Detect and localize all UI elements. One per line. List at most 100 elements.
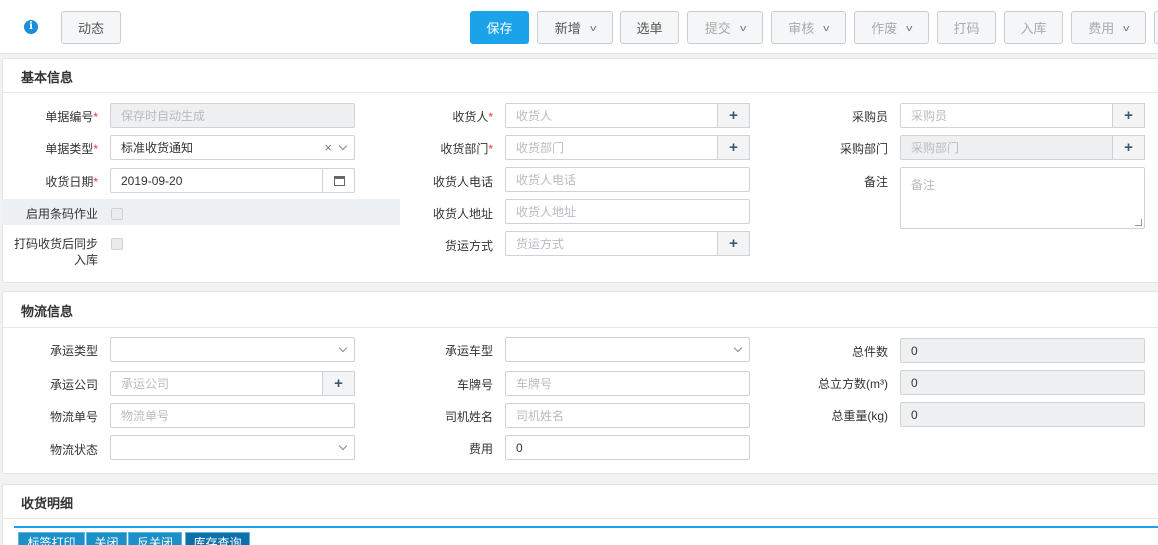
submit-button[interactable]: 提交 v — [687, 11, 763, 44]
logistics-status-select[interactable] — [110, 435, 355, 460]
total-volume-input[interactable]: 0 — [900, 370, 1145, 395]
recv-date-input[interactable]: 2019-09-20 — [110, 168, 355, 193]
recv-dept-input[interactable]: 收货部门 + — [505, 135, 750, 160]
remark-textarea[interactable]: 备注 — [900, 167, 1145, 229]
receiver-addr-placeholder: 收货人地址 — [516, 205, 577, 219]
doc-type-label: 单据类型* — [20, 140, 98, 157]
vehicle-type-label: 承运车型 — [444, 344, 493, 358]
required-mark: * — [93, 142, 98, 156]
plus-icon[interactable]: + — [717, 103, 750, 128]
buyer-placeholder: 采购员 — [911, 109, 948, 123]
plus-icon[interactable]: + — [717, 135, 750, 160]
plate-no-label: 车牌号 — [456, 378, 493, 392]
buyer-label: 采购员 — [851, 110, 888, 124]
ship-method-input[interactable]: 货运方式 + — [505, 231, 750, 256]
carrier-type-select[interactable] — [110, 337, 355, 362]
receiver-addr-label: 收货人地址 — [432, 207, 493, 221]
new-button-label: 新增 — [554, 21, 581, 36]
calendar-icon — [333, 175, 345, 186]
divider — [3, 327, 1158, 328]
chevron-down-icon: v — [589, 22, 597, 33]
new-button[interactable]: 新增 v — [537, 11, 613, 44]
barcode-op-checkbox[interactable] — [111, 208, 123, 220]
carrier-company-placeholder: 承运公司 — [121, 377, 170, 391]
divider — [3, 518, 1158, 519]
plate-no-placeholder: 车牌号 — [516, 377, 553, 391]
total-pieces-input[interactable]: 0 — [900, 338, 1145, 363]
stock-in-button[interactable]: 入库 — [1004, 11, 1063, 44]
close-button[interactable]: 关闭 — [86, 532, 127, 545]
cost-button[interactable]: 费用 v — [1071, 11, 1146, 44]
required-mark: * — [488, 110, 493, 124]
sync-stock-in-checkbox[interactable] — [111, 238, 123, 250]
save-button-label: 保存 — [486, 21, 513, 36]
fee-value: 0 — [516, 440, 523, 455]
sync-stock-in-label-line1: 打码收货后同步 — [13, 237, 98, 251]
doc-no-input[interactable]: 保存时自动生成 — [110, 103, 355, 128]
reopen-button[interactable]: 反关闭 — [128, 532, 182, 545]
plus-icon[interactable]: + — [1112, 103, 1145, 128]
fee-label: 费用 — [468, 442, 493, 456]
plus-icon[interactable]: + — [717, 231, 750, 256]
stock-query-button[interactable]: 库存查询 — [185, 532, 250, 545]
select-doc-button[interactable]: 选单 — [620, 11, 679, 44]
purchase-dept-placeholder: 采购部门 — [911, 141, 960, 155]
receiver-input[interactable]: 收货人 + — [505, 103, 750, 128]
driver-name-label: 司机姓名 — [444, 410, 493, 424]
plus-icon[interactable]: + — [322, 371, 355, 396]
total-pieces-label: 总件数 — [851, 345, 888, 359]
more-button[interactable] — [1154, 11, 1158, 44]
void-button-label: 作废 — [871, 21, 898, 36]
ship-method-placeholder: 货运方式 — [516, 237, 565, 251]
info-icon[interactable]: i — [24, 20, 38, 34]
barcode-op-label: 启用条码作业 — [25, 207, 98, 221]
chevron-down-icon: v — [823, 22, 830, 33]
submit-button-label: 提交 — [704, 21, 731, 36]
tracking-no-input[interactable]: 物流单号 — [110, 403, 355, 428]
recv-date-label-text: 收货日期 — [45, 175, 94, 189]
buyer-input[interactable]: 采购员 + — [900, 103, 1145, 128]
select-doc-button-label: 选单 — [636, 21, 663, 36]
recv-date-value: 2019-09-20 — [121, 173, 183, 188]
dynamic-button[interactable]: 动态 — [61, 11, 121, 44]
chevron-down-icon — [733, 343, 743, 353]
ship-method-label: 货运方式 — [444, 239, 493, 253]
carrier-type-label: 承运类型 — [49, 344, 98, 358]
calendar-button[interactable] — [322, 168, 355, 193]
print-code-button[interactable]: 打码 — [937, 11, 996, 44]
doc-no-label-text: 单据编号 — [45, 110, 94, 124]
review-button[interactable]: 审核 v — [771, 11, 846, 44]
resize-handle-icon[interactable] — [1135, 219, 1142, 226]
plus-icon[interactable]: + — [1112, 135, 1145, 160]
plate-no-input[interactable]: 车牌号 — [505, 371, 750, 396]
receiver-addr-input[interactable]: 收货人地址 — [505, 199, 750, 224]
vehicle-type-select[interactable] — [505, 337, 750, 362]
total-weight-label: 总重量(kg) — [831, 409, 888, 423]
detail-title: 收货明细 — [21, 496, 74, 511]
receiver-phone-placeholder: 收货人电话 — [516, 173, 577, 187]
recv-date-label: 收货日期* — [20, 173, 98, 190]
doc-type-value: 标准收货通知 — [121, 141, 194, 155]
purchase-dept-input[interactable]: 采购部门 + — [900, 135, 1145, 160]
receiver-phone-input[interactable]: 收货人电话 — [505, 167, 750, 192]
divider — [3, 92, 1158, 93]
dynamic-button-label: 动态 — [77, 21, 104, 36]
total-weight-value: 0 — [911, 407, 918, 422]
doc-type-select[interactable]: 标准收货通知 × — [110, 135, 355, 160]
total-weight-input[interactable]: 0 — [900, 402, 1145, 427]
carrier-company-input[interactable]: 承运公司 + — [110, 371, 355, 396]
label-print-button[interactable]: 标签打印 — [18, 532, 85, 545]
save-button[interactable]: 保存 — [470, 11, 529, 44]
review-button-label: 审核 — [788, 21, 815, 36]
chevron-down-icon: v — [739, 22, 747, 33]
driver-name-placeholder: 司机姓名 — [516, 409, 565, 423]
receiver-placeholder: 收货人 — [516, 109, 553, 123]
clear-icon[interactable]: × — [324, 140, 332, 155]
tracking-no-placeholder: 物流单号 — [121, 409, 170, 423]
void-button[interactable]: 作废 v — [854, 11, 929, 44]
recv-dept-placeholder: 收货部门 — [516, 141, 565, 155]
receiver-phone-label: 收货人电话 — [432, 175, 493, 189]
fee-input[interactable]: 0 — [505, 435, 750, 460]
doc-type-label-text: 单据类型 — [45, 142, 94, 156]
driver-name-input[interactable]: 司机姓名 — [505, 403, 750, 428]
